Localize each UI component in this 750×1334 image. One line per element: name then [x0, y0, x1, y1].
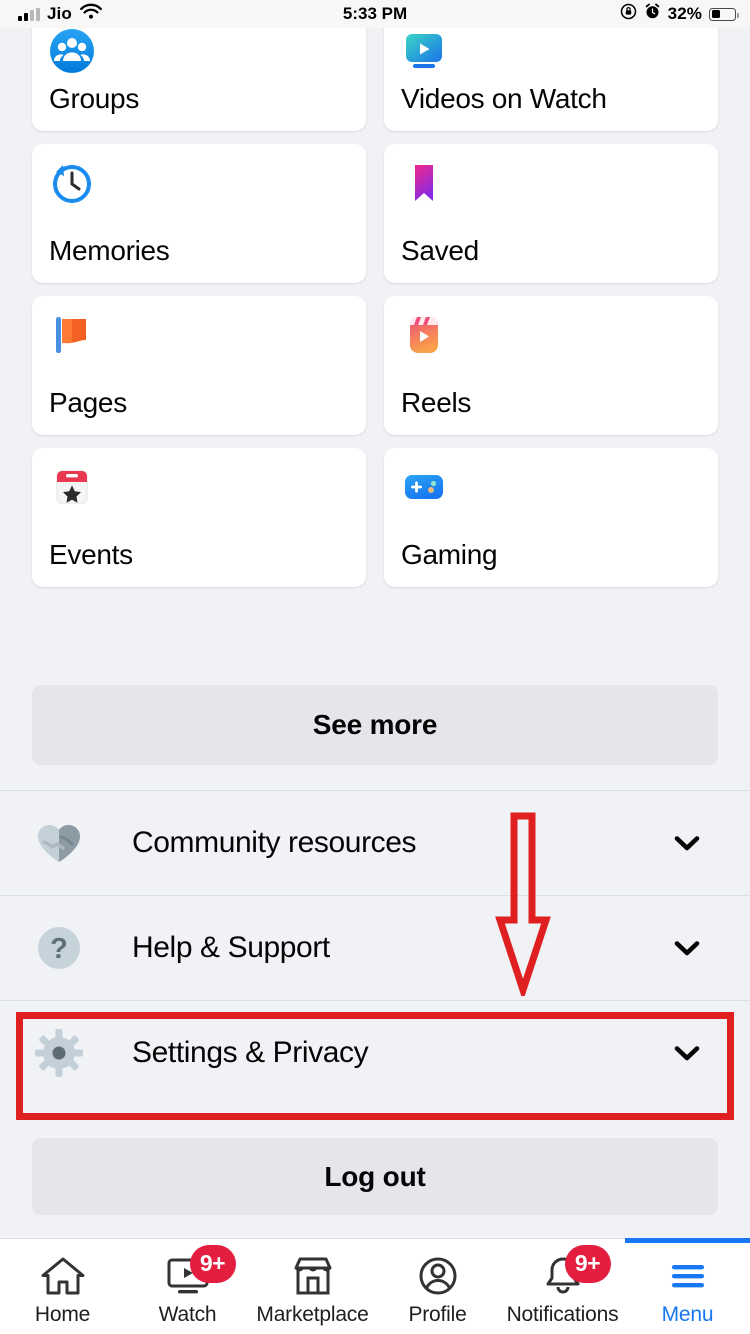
chevron-down-icon[interactable] — [670, 931, 704, 965]
shortcut-tile-gaming[interactable]: Gaming — [384, 448, 718, 587]
groups-icon — [49, 28, 95, 74]
reels-clapperboard-icon — [401, 312, 447, 358]
status-bar: Jio 5:33 PM 32% — [0, 0, 750, 28]
events-calendar-icon — [49, 464, 95, 510]
bottom-navigation-bar: Home 9+ Watch Marketplace Profile 9+ Not… — [0, 1238, 750, 1334]
nav-item-label: Marketplace — [256, 1302, 369, 1326]
gear-icon — [30, 1024, 88, 1082]
shortcut-tile-reels[interactable]: Reels — [384, 296, 718, 435]
profile-icon — [414, 1253, 462, 1299]
shortcut-tile-memories[interactable]: Memories — [32, 144, 366, 283]
nav-item-label: Notifications — [506, 1302, 619, 1326]
chevron-down-icon[interactable] — [670, 826, 704, 860]
shortcut-label: Reels — [401, 387, 472, 418]
nav-item-watch[interactable]: 9+ Watch — [125, 1239, 250, 1334]
shortcut-tile-saved[interactable]: Saved — [384, 144, 718, 283]
battery-percent-label: 32% — [667, 4, 702, 23]
question-mark-circle-icon: ? — [30, 919, 88, 977]
shortcut-tile-pages[interactable]: Pages — [32, 296, 366, 435]
saved-bookmark-icon — [401, 160, 447, 206]
nav-item-profile[interactable]: Profile — [375, 1239, 500, 1334]
pages-flag-icon — [49, 312, 95, 358]
battery-icon — [709, 7, 739, 21]
alarm-clock-icon — [644, 3, 661, 25]
rotation-lock-icon — [620, 3, 637, 25]
logout-container: Log out — [0, 1138, 750, 1215]
nav-item-label: Watch — [158, 1302, 217, 1326]
nav-item-menu[interactable]: Menu — [625, 1238, 750, 1334]
handshake-heart-icon — [30, 814, 88, 872]
memories-clock-icon — [49, 160, 95, 206]
shortcuts-grid: Groups Videos on Watch Memories Saved Pa… — [0, 2, 750, 587]
nav-badge: 9+ — [564, 1244, 611, 1283]
menu-row-label: Community resources — [132, 826, 417, 859]
nav-item-label: Menu — [661, 1302, 714, 1326]
nav-item-notifications[interactable]: 9+ Notifications — [500, 1239, 625, 1334]
nav-item-home[interactable]: Home — [0, 1239, 125, 1334]
facebook-menu-screen: Jio 5:33 PM 32% Groups Videos on Watch M… — [0, 0, 750, 1334]
menu-row-settings-and-privacy[interactable]: Settings & Privacy — [0, 1000, 750, 1105]
home-icon — [39, 1253, 87, 1299]
active-tab-indicator — [625, 1238, 750, 1243]
shortcut-label: Gaming — [401, 539, 498, 570]
gaming-controller-icon — [401, 464, 447, 510]
watch-icon: 9+ — [164, 1244, 236, 1299]
menu-sections-list: Community resources ? Help & Support Set… — [0, 790, 750, 1105]
see-more-button[interactable]: See more — [32, 685, 718, 765]
shortcut-label: Saved — [401, 235, 479, 266]
menu-row-help-and-support[interactable]: ? Help & Support — [0, 895, 750, 1000]
shortcut-label: Groups — [49, 83, 140, 114]
marketplace-icon — [289, 1253, 337, 1299]
shortcut-label: Videos on Watch — [401, 83, 607, 114]
menu-row-label: Settings & Privacy — [132, 1036, 369, 1069]
see-more-container: See more — [0, 685, 750, 765]
shortcut-label: Events — [49, 539, 133, 570]
menu-row-label: Help & Support — [132, 931, 330, 964]
nav-item-label: Profile — [408, 1302, 467, 1326]
status-bar-right: 32% — [620, 0, 739, 28]
clock-label: 5:33 PM — [342, 4, 408, 23]
shortcut-label: Pages — [49, 387, 127, 418]
chevron-down-icon[interactable] — [670, 1036, 704, 1070]
watch-video-icon — [401, 28, 447, 74]
shortcut-tile-events[interactable]: Events — [32, 448, 366, 587]
logout-button[interactable]: Log out — [32, 1138, 718, 1215]
menu-row-community-resources[interactable]: Community resources — [0, 790, 750, 895]
bell-icon: 9+ — [539, 1244, 611, 1299]
shortcut-label: Memories — [49, 235, 170, 266]
hamburger-menu-icon — [664, 1253, 712, 1299]
nav-item-marketplace[interactable]: Marketplace — [250, 1239, 375, 1334]
nav-badge: 9+ — [189, 1244, 236, 1283]
svg-text:?: ? — [50, 933, 68, 965]
nav-item-label: Home — [34, 1302, 91, 1326]
